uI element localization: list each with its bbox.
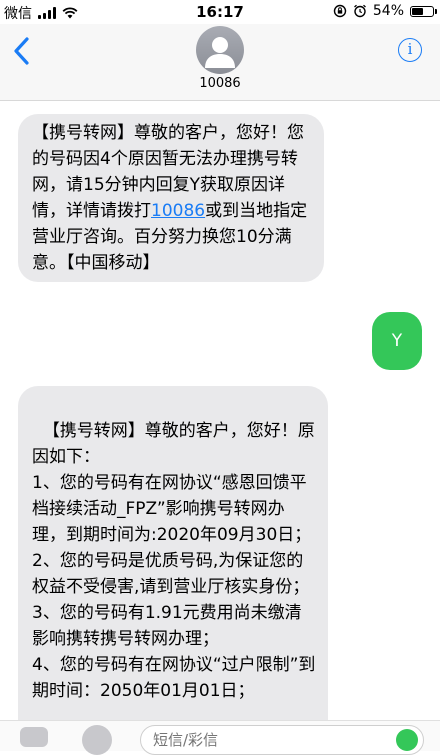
- send-arrow-icon[interactable]: [396, 729, 418, 751]
- contact-avatar-icon[interactable]: [196, 26, 244, 74]
- message-input-bar: [0, 720, 440, 755]
- status-right: 54%: [333, 3, 437, 19]
- incoming-message-2: 【携号转网】尊敬的客户，您好！原因如下： 1、您的号码有在网协议“感恩回馈平档接…: [18, 386, 328, 746]
- message-text: Y: [391, 331, 403, 351]
- alarm-icon: [353, 4, 366, 18]
- outgoing-message-1: Y: [372, 312, 422, 370]
- info-icon[interactable]: i: [398, 38, 422, 62]
- message-text: 【携号转网】尊敬的客户，您好！原因如下： 1、您的号码有在网协议“感恩回馈平档接…: [32, 421, 316, 701]
- phone-link[interactable]: 10086: [151, 201, 205, 221]
- battery-percent: 54%: [372, 3, 404, 19]
- conversation-header: 10086 i: [0, 24, 440, 101]
- rotation-lock-icon: [333, 4, 347, 18]
- status-bar: 微信 16:17 54%: [0, 0, 440, 24]
- back-chevron-icon[interactable]: [10, 36, 34, 66]
- battery-icon: [410, 5, 437, 17]
- contact-name[interactable]: 10086: [0, 76, 440, 91]
- camera-icon[interactable]: [20, 727, 48, 747]
- appstore-icon[interactable]: [82, 725, 112, 755]
- message-input[interactable]: [140, 725, 424, 755]
- incoming-message-1: 【携号转网】尊敬的客户，您好！您的号码因4个原因暂无法办理携号转网，请15分钟内…: [18, 114, 324, 282]
